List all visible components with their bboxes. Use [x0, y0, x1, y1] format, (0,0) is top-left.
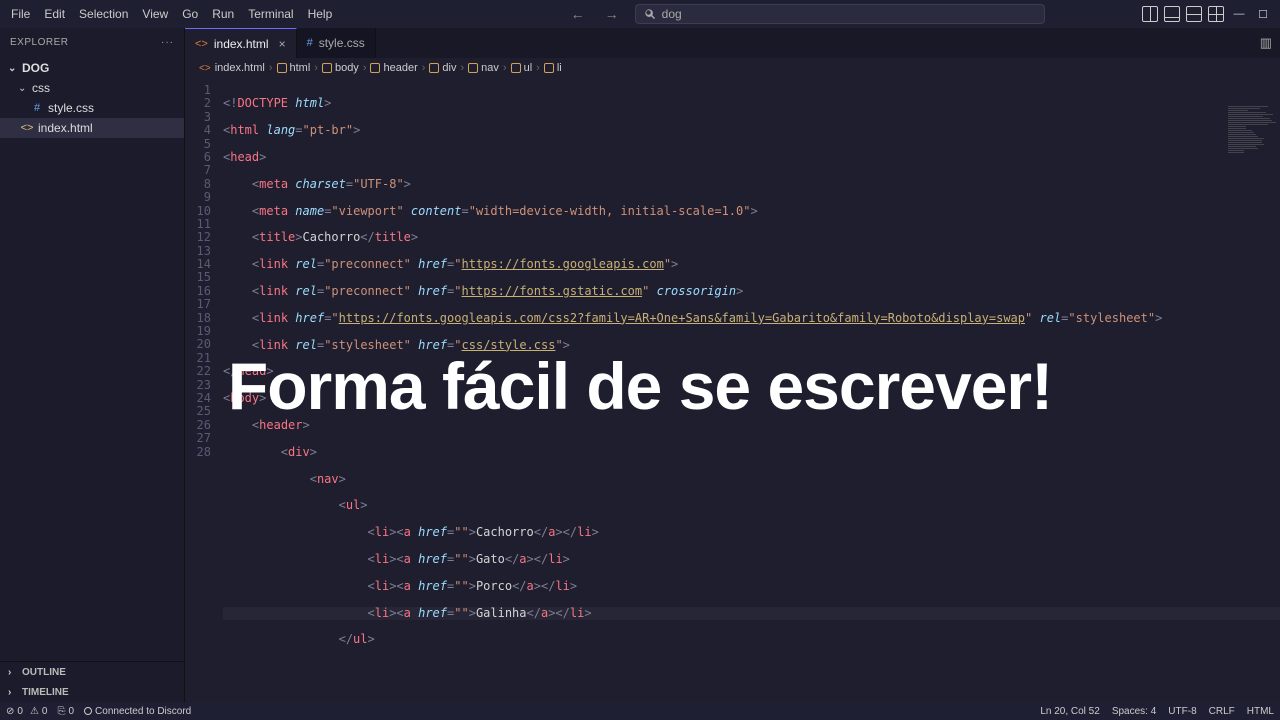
status-encoding[interactable]: UTF-8	[1168, 706, 1196, 717]
status-problems[interactable]: ⊘0 ⚠0	[6, 706, 47, 717]
symbol-icon	[322, 63, 332, 73]
status-bar: ⊘0 ⚠0 ⎘0 Connected to Discord Ln 20, Col…	[0, 702, 1280, 720]
symbol-icon	[370, 63, 380, 73]
explorer-title: EXPLORER	[10, 37, 68, 48]
layout-customize-icon[interactable]	[1208, 6, 1224, 22]
split-editor-icon[interactable]: ▥	[1260, 35, 1272, 51]
chevron-right-icon: ›	[8, 687, 18, 698]
chevron-down-icon: ⌄	[18, 83, 28, 94]
nav-back-icon[interactable]: ←	[567, 6, 589, 22]
symbol-icon	[544, 63, 554, 73]
command-center-search[interactable]: dog	[635, 4, 1045, 24]
discord-icon	[84, 707, 92, 715]
html-file-icon: <>	[195, 38, 208, 50]
editor-group: <> index.html × # style.css ▥ <> index.h…	[185, 28, 1280, 702]
timeline-section[interactable]: › TIMELINE	[0, 682, 184, 702]
status-eol[interactable]: CRLF	[1209, 706, 1235, 717]
menu-terminal[interactable]: Terminal	[241, 0, 300, 28]
menu-run[interactable]: Run	[205, 0, 241, 28]
menu-help[interactable]: Help	[301, 0, 340, 28]
folder-root[interactable]: ⌄ DOG	[0, 58, 184, 78]
symbol-icon	[468, 63, 478, 73]
css-file-icon: #	[30, 102, 44, 114]
explorer-sidebar: EXPLORER ··· ⌄ DOG ⌄ css # style.css <> …	[0, 28, 185, 702]
chevron-right-icon: ›	[8, 667, 18, 678]
code-editor[interactable]: 1234567891011121314151617181920212223242…	[185, 78, 1280, 702]
nav-forward-icon[interactable]: →	[601, 6, 623, 22]
menu-edit[interactable]: Edit	[37, 0, 72, 28]
breadcrumb[interactable]: <> index.html› html› body› header› div› …	[185, 58, 1280, 78]
line-number-gutter: 1234567891011121314151617181920212223242…	[185, 78, 223, 702]
menu-file[interactable]: File	[4, 0, 37, 28]
symbol-icon	[429, 63, 439, 73]
layout-toggle-sidebar-icon[interactable]	[1142, 6, 1158, 22]
file-index-html[interactable]: <> index.html	[0, 118, 184, 138]
menu-go[interactable]: Go	[175, 0, 205, 28]
status-indentation[interactable]: Spaces: 4	[1112, 706, 1156, 717]
explorer-more-icon[interactable]: ···	[161, 37, 174, 48]
layout-toggle-secondary-icon[interactable]	[1186, 6, 1202, 22]
menu-view[interactable]: View	[135, 0, 175, 28]
code-content[interactable]: <!DOCTYPE html> <html lang="pt-br"> <hea…	[223, 78, 1280, 702]
symbol-icon	[511, 63, 521, 73]
html-file-icon: <>	[20, 122, 34, 134]
status-ports[interactable]: ⎘0	[57, 706, 74, 717]
status-discord[interactable]: Connected to Discord	[84, 706, 191, 717]
menu-selection[interactable]: Selection	[72, 0, 135, 28]
chevron-down-icon: ⌄	[8, 63, 18, 74]
layout-toggle-panel-icon[interactable]	[1164, 6, 1180, 22]
css-file-icon: #	[307, 37, 313, 49]
minimize-icon[interactable]: —	[1230, 8, 1248, 20]
close-icon[interactable]: ×	[279, 37, 286, 51]
search-icon	[644, 8, 656, 20]
tab-index-html[interactable]: <> index.html ×	[185, 28, 297, 58]
editor-tabs: <> index.html × # style.css ▥	[185, 28, 1280, 58]
html-file-icon: <>	[199, 63, 211, 74]
outline-section[interactable]: › OUTLINE	[0, 662, 184, 682]
file-style-css[interactable]: # style.css	[0, 98, 184, 118]
folder-css[interactable]: ⌄ css	[0, 78, 184, 98]
maximize-icon[interactable]: ☐	[1254, 8, 1272, 21]
status-language-mode[interactable]: HTML	[1247, 706, 1274, 717]
tab-style-css[interactable]: # style.css	[297, 28, 376, 58]
status-cursor-position[interactable]: Ln 20, Col 52	[1040, 706, 1100, 717]
search-text: dog	[662, 7, 682, 21]
symbol-icon	[277, 63, 287, 73]
menu-bar: File Edit Selection View Go Run Terminal…	[0, 0, 1280, 28]
